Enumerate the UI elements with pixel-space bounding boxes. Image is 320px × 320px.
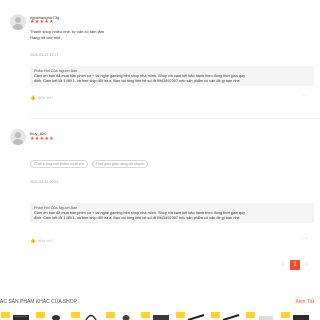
discount-badge xyxy=(106,312,115,318)
seller-reply-title: Phản Hồi Của Người Bán xyxy=(34,69,78,73)
keyboard-product-thumbnail-icon xyxy=(153,315,169,320)
discount-badge xyxy=(246,312,255,318)
review-tags: Chất lượng sản phẩm tuyệt vời Thời gian g… xyxy=(30,160,152,178)
helpful-label: Hữu ích? xyxy=(37,239,54,243)
discount-badge xyxy=(281,312,290,318)
product-card[interactable] xyxy=(211,312,245,320)
seller-reply-line: định. Cam kết lỗi 1 đổi 1, và free ship … xyxy=(34,79,240,83)
seller-reply-text: Cảm ơn bạn đã mua bàn phím cơ + tai nghe… xyxy=(34,74,245,84)
keyboard-product-thumbnail-icon xyxy=(13,315,29,320)
mouse-product-thumbnail-icon xyxy=(122,315,130,320)
product-card[interactable] xyxy=(281,312,315,320)
prev-page-button[interactable]: ‹ xyxy=(278,260,288,270)
divider xyxy=(30,118,320,119)
discount-badge xyxy=(1,312,10,318)
keyboard-product-thumbnail-icon xyxy=(222,314,240,320)
product-thumbnail-icon xyxy=(259,316,273,320)
seller-reply: Phản Hồi Của Người Bán Cảm ơn bạn đã mua… xyxy=(30,66,314,86)
discount-badge xyxy=(176,312,185,318)
review-text: Thanh shop nhiều nhé, tư vấn có tâm lắm … xyxy=(30,29,104,40)
review-tag: Chất lượng sản phẩm tuyệt vời xyxy=(30,160,88,168)
product-card[interactable] xyxy=(141,312,175,320)
product-card[interactable] xyxy=(246,312,280,320)
discount-badge xyxy=(141,312,150,318)
discount-badge xyxy=(36,312,45,318)
thumbs-up-icon: 👍 xyxy=(30,238,36,243)
helpful-button[interactable]: 👍 Hữu ích? xyxy=(30,95,53,101)
next-page-button[interactable]: › xyxy=(302,260,312,270)
other-products-title: ÁC SẢN PHẨM KHÁC CỦA SHOP xyxy=(0,299,77,305)
avatar[interactable] xyxy=(10,129,26,145)
product-card[interactable] xyxy=(1,312,35,320)
product-card[interactable] xyxy=(71,312,105,320)
seller-reply: Phản Hồi Của Người Bán Cảm ơn bạn đã mua… xyxy=(30,203,314,223)
more-options-icon[interactable]: ... xyxy=(302,235,308,241)
keyboard-product-thumbnail-icon xyxy=(293,315,309,320)
headset-product-thumbnail-icon xyxy=(85,314,97,320)
pagination: ‹ 1 › xyxy=(278,260,312,270)
review-text-line: Hàng tốt oke nhé xyxy=(30,34,61,40)
rating-stars: ★★★★★ xyxy=(30,136,54,142)
page-1-button[interactable]: 1 xyxy=(290,260,300,270)
keyboard-product-thumbnail-icon xyxy=(187,314,205,320)
discount-badge xyxy=(211,312,220,318)
review-date: 2020-03-13 17:27 xyxy=(30,53,59,57)
review-tag: Thời gian giao hàng rất nhanh xyxy=(91,160,148,168)
helpful-button[interactable]: 👍 Hữu ích? xyxy=(30,238,53,244)
thumbs-up-icon: 👍 xyxy=(30,95,36,100)
product-strip xyxy=(0,312,320,320)
seller-reply-line: định. Cam kết lỗi 1 đổi 1, và free ship … xyxy=(34,216,240,220)
seller-reply-text: Cảm ơn bạn đã mua bàn phím cơ + tai nghe… xyxy=(34,211,245,221)
rating-stars: ★★★★★ xyxy=(30,19,54,25)
product-card[interactable] xyxy=(36,312,70,320)
avatar[interactable] xyxy=(10,14,26,30)
product-card[interactable] xyxy=(176,312,210,320)
seller-reply-title: Phản Hồi Của Người Bán xyxy=(34,206,78,210)
review-text-line: Thanh shop nhiều nhé, tư vấn có tâm lắm xyxy=(30,29,105,34)
product-card[interactable] xyxy=(106,312,140,320)
more-options-icon[interactable]: ... xyxy=(302,92,308,98)
discount-badge xyxy=(71,312,80,318)
view-all-link[interactable]: Xem Tất xyxy=(295,299,314,305)
helpful-label: Hữu ích? xyxy=(37,96,54,100)
mouse-product-thumbnail-icon xyxy=(52,315,60,320)
review-date: 2020-04-22 09:51 xyxy=(30,180,59,184)
